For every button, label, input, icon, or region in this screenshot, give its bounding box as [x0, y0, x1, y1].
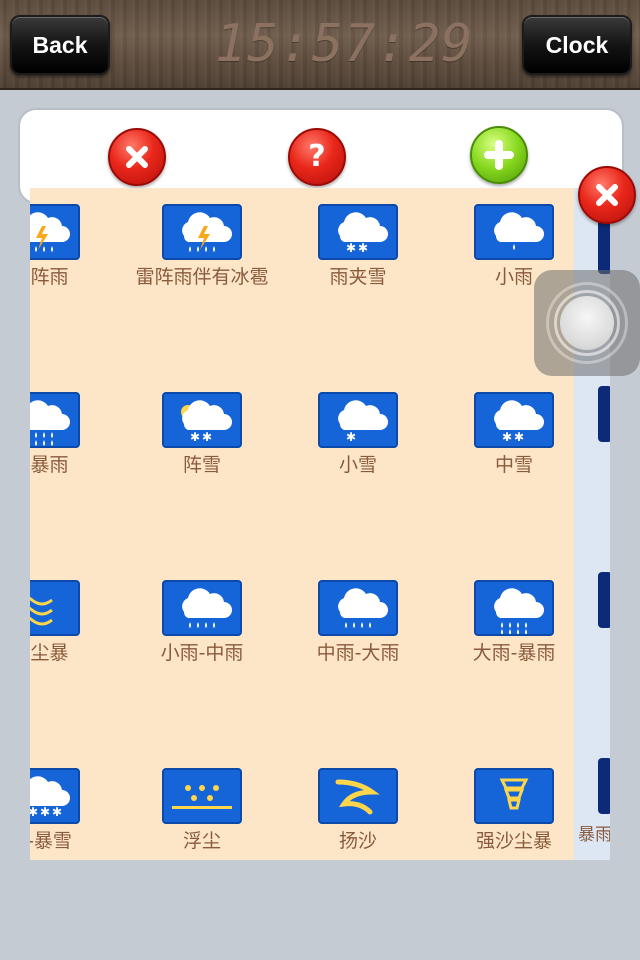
- weather-cell[interactable]: 中雨-大雨: [288, 580, 428, 710]
- close-panel-button[interactable]: [578, 166, 636, 224]
- weather-cell[interactable]: 大暴雨: [30, 392, 110, 522]
- sleet-icon: ✱ ✱: [318, 204, 398, 260]
- weather-label: 强沙尘暴: [475, 830, 552, 852]
- svg-text:✱: ✱: [202, 430, 212, 444]
- svg-text:✱: ✱: [358, 241, 368, 255]
- plus-icon: [484, 140, 514, 170]
- svg-text:✱: ✱: [190, 430, 200, 444]
- weather-cell[interactable]: 雷阵雨伴有冰雹: [132, 204, 272, 334]
- delete-button[interactable]: [108, 128, 166, 186]
- question-icon: ?: [308, 139, 326, 174]
- assistive-knob: [560, 296, 614, 350]
- weather-cell[interactable]: ✱ ✱ 阵雪: [132, 392, 272, 522]
- help-button[interactable]: ?: [288, 128, 346, 186]
- floating-dust-icon: [162, 768, 242, 824]
- partial-tile: [598, 758, 610, 814]
- snow-to-blizzard-icon: ✱ ✱ ✱: [30, 768, 80, 824]
- thunder-shower-icon: [30, 204, 80, 260]
- close-icon: [596, 184, 618, 206]
- add-button[interactable]: [470, 126, 528, 184]
- light-rain-icon: [474, 204, 554, 260]
- back-button[interactable]: Back: [10, 15, 110, 75]
- weather-label: 雨夹雪: [329, 266, 387, 288]
- weather-label: 浮尘: [182, 830, 221, 852]
- moderate-to-heavy-rain-icon: [318, 580, 398, 636]
- weather-label: 阵雪: [182, 454, 221, 476]
- svg-text:✱: ✱: [52, 805, 62, 819]
- sandstorm-icon: [30, 580, 80, 636]
- partial-tile: [598, 386, 610, 442]
- weather-icon-grid: 雷阵雨雷阵雨伴有冰雹✱✱雨夹雪小雨大暴雨✱✱阵雪✱小雪✱✱中雪沙尘暴小雨-中雨中…: [30, 188, 574, 860]
- partial-tile: [598, 572, 610, 628]
- clock-button[interactable]: Clock: [522, 15, 632, 75]
- weather-label: 雷阵雨伴有冰雹: [135, 266, 269, 288]
- weather-cell[interactable]: 强沙尘暴: [444, 768, 574, 860]
- assistive-touch-button[interactable]: [534, 270, 640, 376]
- heavy-rain-to-storm-icon: [474, 580, 554, 636]
- weather-cell[interactable]: 扬沙: [288, 768, 428, 860]
- weather-cell[interactable]: ✱✱✱雪-暴雪: [30, 768, 110, 860]
- weather-label: 大雨-暴雨: [472, 642, 556, 664]
- weather-label: 小雪: [338, 454, 377, 476]
- weather-cell[interactable]: ✱ ✱ 中雪: [444, 392, 574, 522]
- weather-cell[interactable]: 雷阵雨: [30, 204, 110, 334]
- light-snow-icon: ✱: [318, 392, 398, 448]
- weather-cell[interactable]: ✱ 小雪: [288, 392, 428, 522]
- weather-cell[interactable]: 大雨-暴雨: [444, 580, 574, 710]
- light-to-moderate-rain-icon: [162, 580, 242, 636]
- weather-cell[interactable]: ✱ ✱ 雨夹雪: [288, 204, 428, 334]
- weather-cell[interactable]: 浮尘: [132, 768, 272, 860]
- close-icon: [126, 146, 148, 168]
- partial-label: 暴雨: [578, 825, 610, 845]
- svg-text:✱: ✱: [40, 805, 50, 819]
- weather-label: 沙尘暴: [30, 642, 69, 664]
- heavy-storm-icon: [30, 392, 80, 448]
- svg-text:✱: ✱: [30, 805, 38, 819]
- moderate-snow-icon: ✱ ✱: [474, 392, 554, 448]
- svg-text:✱: ✱: [514, 430, 524, 444]
- blowing-sand-icon: [318, 768, 398, 824]
- weather-label: 扬沙: [338, 830, 377, 852]
- weather-label: 雪-暴雪: [30, 830, 72, 852]
- svg-text:✱: ✱: [502, 430, 512, 444]
- svg-text:✱: ✱: [346, 430, 356, 444]
- weather-label: 大暴雨: [30, 454, 69, 476]
- weather-label: 小雨-中雨: [160, 642, 244, 664]
- weather-label: 中雨-大雨: [316, 642, 400, 664]
- partial-tile: [598, 218, 610, 274]
- thunder-hail-icon: [162, 204, 242, 260]
- weather-label: 雷阵雨: [30, 266, 69, 288]
- digital-clock-time: 15:57:29: [215, 14, 474, 74]
- snow-shower-icon: ✱ ✱: [162, 392, 242, 448]
- svg-text:✱: ✱: [346, 241, 356, 255]
- weather-cell[interactable]: 沙尘暴: [30, 580, 110, 710]
- severe-sandstorm-icon: [474, 768, 554, 824]
- top-bar: Back 15:57:29 Clock: [0, 0, 640, 90]
- weather-label: 中雪: [494, 454, 533, 476]
- weather-cell[interactable]: 小雨-中雨: [132, 580, 272, 710]
